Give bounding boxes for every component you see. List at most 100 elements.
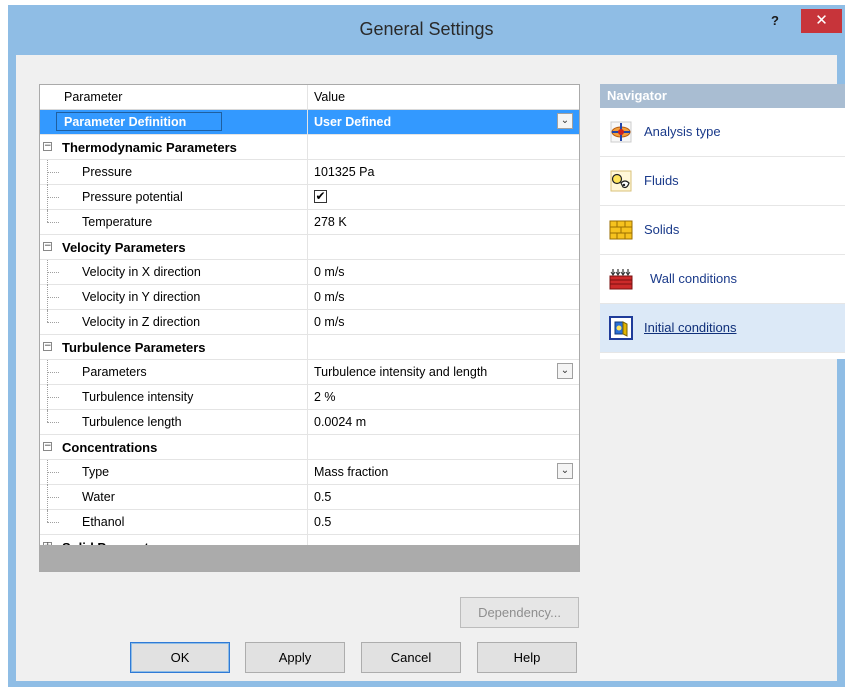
parameter-value-cell[interactable]: ✔ bbox=[308, 185, 579, 210]
parameter-label: Turbulence intensity bbox=[82, 390, 194, 404]
category-label: Concentrations bbox=[62, 440, 158, 455]
parameter-value-cell[interactable]: 0.5 bbox=[308, 485, 579, 510]
tree-line bbox=[47, 472, 59, 473]
category-row[interactable]: − Turbulence Parameters bbox=[40, 335, 579, 360]
analysis-type-icon bbox=[610, 121, 632, 143]
parameter-name-cell: Velocity in Z direction bbox=[40, 310, 308, 335]
parameter-value-cell[interactable]: 101325 Pa bbox=[308, 160, 579, 185]
navigator-item-wall-conditions[interactable]: Wall conditions bbox=[600, 255, 845, 304]
parameter-row[interactable]: Type Mass fraction ⌄ bbox=[40, 460, 579, 485]
parameter-value-cell[interactable]: 2 % bbox=[308, 385, 579, 410]
parameter-row[interactable]: Velocity in Z direction 0 m/s bbox=[40, 310, 579, 335]
help-question-button[interactable]: ? bbox=[765, 11, 785, 31]
parameter-row[interactable]: Ethanol 0.5 bbox=[40, 510, 579, 535]
parameter-value: 0 m/s bbox=[314, 290, 345, 304]
tree-line bbox=[47, 410, 48, 422]
navigator-header: Navigator bbox=[600, 84, 845, 108]
parameter-value: 0.5 bbox=[314, 515, 332, 529]
cancel-button[interactable]: Cancel bbox=[361, 642, 461, 673]
category-row[interactable]: − Thermodynamic Parameters bbox=[40, 135, 579, 160]
parameter-value-cell[interactable]: 0.5 bbox=[308, 510, 579, 535]
parameter-name-cell: − Turbulence Parameters bbox=[40, 335, 308, 360]
parameter-name-cell: Velocity in X direction bbox=[40, 260, 308, 285]
close-button[interactable]: ✕ bbox=[801, 9, 842, 33]
parameter-value: User Defined bbox=[314, 115, 392, 129]
parameter-row[interactable]: Velocity in X direction 0 m/s bbox=[40, 260, 579, 285]
apply-button[interactable]: Apply bbox=[245, 642, 345, 673]
parameter-name-cell: Temperature bbox=[40, 210, 308, 235]
category-label: Velocity Parameters bbox=[62, 240, 186, 255]
parameter-value-cell[interactable]: 0 m/s bbox=[308, 260, 579, 285]
parameter-name-cell: − Thermodynamic Parameters bbox=[40, 135, 308, 160]
parameter-label: Parameter Definition bbox=[64, 115, 187, 129]
parameter-row[interactable]: Temperature 278 K bbox=[40, 210, 579, 235]
dialog-title: General Settings bbox=[359, 19, 494, 39]
tree-line bbox=[47, 510, 48, 522]
parameter-value: 0 m/s bbox=[314, 315, 345, 329]
parameter-name-cell: Pressure bbox=[40, 160, 308, 185]
parameter-row[interactable]: Pressure potential ✔ bbox=[40, 185, 579, 210]
parameter-row[interactable]: Water 0.5 bbox=[40, 485, 579, 510]
ok-button[interactable]: OK bbox=[130, 642, 230, 673]
parameter-row[interactable]: Pressure 101325 Pa bbox=[40, 160, 579, 185]
parameter-name-cell: − Concentrations bbox=[40, 435, 308, 460]
parameter-value: 0 m/s bbox=[314, 265, 345, 279]
parameter-value: 2 % bbox=[314, 390, 336, 404]
collapse-icon[interactable]: − bbox=[43, 442, 52, 451]
parameter-value-cell[interactable]: 0.0024 m bbox=[308, 410, 579, 435]
dialog-client-area: Parameter Value Parameter Definition User… bbox=[16, 55, 845, 681]
tree-line bbox=[47, 210, 48, 222]
parameter-value-cell[interactable]: 0 m/s bbox=[308, 285, 579, 310]
parameter-row[interactable]: Turbulence intensity 2 % bbox=[40, 385, 579, 410]
pressure-potential-checkbox[interactable]: ✔ bbox=[314, 190, 327, 203]
tree-line bbox=[47, 422, 59, 423]
category-row[interactable]: − Velocity Parameters bbox=[40, 235, 579, 260]
collapse-icon[interactable]: − bbox=[43, 142, 52, 151]
dropdown-arrow-icon[interactable]: ⌄ bbox=[557, 363, 573, 379]
parameter-value-cell[interactable]: User Defined ⌄ bbox=[308, 110, 579, 135]
parameter-value-cell bbox=[308, 435, 579, 460]
navigator-item-analysis-type[interactable]: Analysis type bbox=[600, 108, 845, 157]
parameter-value-cell[interactable]: Turbulence intensity and length ⌄ bbox=[308, 360, 579, 385]
general-settings-dialog: General Settings ? ✕ Parameter Value Par… bbox=[8, 5, 845, 687]
parameter-name-cell: Water bbox=[40, 485, 308, 510]
dropdown-arrow-icon[interactable]: ⌄ bbox=[557, 113, 573, 129]
parameter-row[interactable]: Velocity in Y direction 0 m/s bbox=[40, 285, 579, 310]
parameter-label: Pressure bbox=[82, 165, 133, 179]
tree-line bbox=[47, 172, 59, 173]
navigator-item-label: Analysis type bbox=[644, 124, 721, 139]
navigator-item-solids[interactable]: Solids bbox=[600, 206, 845, 255]
parameter-value-cell[interactable]: 278 K bbox=[308, 210, 579, 235]
parameter-name-cell: Pressure potential bbox=[40, 185, 308, 210]
parameter-label: Temperature bbox=[82, 215, 153, 229]
parameter-value-cell[interactable]: Mass fraction ⌄ bbox=[308, 460, 579, 485]
parameter-row[interactable]: Parameter Definition User Defined ⌄ bbox=[40, 110, 579, 135]
navigator-item-initial-conditions[interactable]: Initial conditions bbox=[600, 304, 845, 353]
help-button[interactable]: Help bbox=[477, 642, 577, 673]
parameter-label: Velocity in Z direction bbox=[82, 315, 201, 329]
navigator-item-fluids[interactable]: Fluids bbox=[600, 157, 845, 206]
parameter-value-cell[interactable]: 0 m/s bbox=[308, 310, 579, 335]
tree-line bbox=[47, 522, 59, 523]
parameter-name-cell: Type bbox=[40, 460, 308, 485]
parameter-label: Velocity in X direction bbox=[82, 265, 201, 279]
grid-header-row: Parameter Value bbox=[40, 85, 579, 110]
parameter-value: 278 K bbox=[314, 215, 347, 229]
parameter-name-cell: Turbulence length bbox=[40, 410, 308, 435]
collapse-icon[interactable]: − bbox=[43, 342, 52, 351]
parameter-value-cell bbox=[308, 335, 579, 360]
navigator-item-label: Wall conditions bbox=[650, 271, 737, 286]
tree-line bbox=[47, 197, 59, 198]
dropdown-arrow-icon[interactable]: ⌄ bbox=[557, 463, 573, 479]
parameter-row[interactable]: Parameters Turbulence intensity and lengt… bbox=[40, 360, 579, 385]
navigator-panel: Navigator Analysis type Fluids Solids Wa… bbox=[600, 84, 845, 359]
dependency-button[interactable]: Dependency... bbox=[460, 597, 579, 628]
tree-line bbox=[47, 222, 59, 223]
value-column-header: Value bbox=[314, 90, 346, 104]
collapse-icon[interactable]: − bbox=[43, 242, 52, 251]
category-row[interactable]: − Concentrations bbox=[40, 435, 579, 460]
parameter-row[interactable]: Turbulence length 0.0024 m bbox=[40, 410, 579, 435]
tree-line bbox=[47, 397, 59, 398]
navigator-item-label: Fluids bbox=[644, 173, 679, 188]
parameter-value: 101325 Pa bbox=[314, 165, 375, 179]
